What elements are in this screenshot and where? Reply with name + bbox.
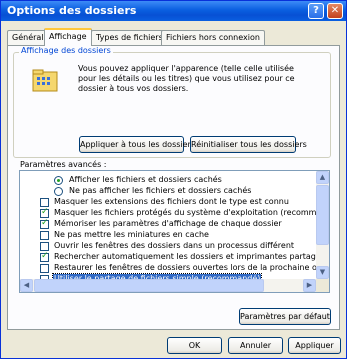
restore-defaults-button[interactable]: Paramètres par défaut — [239, 308, 331, 325]
advanced-settings-list[interactable]: Afficher les fichiers et dossiers cachés… — [19, 170, 330, 293]
vertical-scroll-thumb[interactable] — [316, 185, 329, 245]
checkbox-remember-view[interactable] — [40, 218, 49, 229]
button-label: Réinitialiser tous les dossiers — [191, 140, 307, 149]
button-label: Paramètres par défaut — [240, 312, 330, 321]
window-title: Options des dossiers — [7, 4, 137, 17]
button-label: Appliquer à tous les dossiers — [80, 140, 195, 149]
tab-view[interactable]: Affichage — [44, 28, 92, 46]
checkbox-hide-extensions[interactable] — [40, 198, 49, 207]
scroll-down-button[interactable]: ▼ — [316, 266, 329, 279]
button-label: Annuler — [239, 341, 272, 350]
checkbox-restore-windows[interactable] — [40, 264, 49, 273]
horizontal-scrollbar[interactable]: ◀ ▶ — [20, 279, 316, 292]
tab-label: Fichiers hors connexion — [166, 33, 260, 42]
checkbox-separate-process[interactable] — [40, 242, 49, 251]
checkbox-no-thumbnail-cache[interactable] — [40, 231, 49, 240]
list-item-label: Rechercher automatiquement les dossiers … — [54, 252, 325, 261]
list-item-label: Afficher les fichiers et dossiers cachés — [69, 175, 222, 184]
folder-view-description: Vous pouvez appliquer l'apparence (telle… — [78, 64, 295, 93]
scroll-right-button[interactable]: ▶ — [303, 279, 316, 292]
list-item-label: Ne pas afficher les fichiers et dossiers… — [69, 186, 252, 195]
checkbox-search-shared[interactable] — [40, 251, 49, 262]
group-title: Affichage des dossiers — [19, 46, 113, 55]
scroll-left-button[interactable]: ◀ — [20, 279, 33, 292]
apply-button[interactable]: Appliquer — [288, 337, 341, 354]
list-item-label: Mémoriser les paramètres d'affichage de … — [54, 219, 282, 228]
tab-offline-files[interactable]: Fichiers hors connexion — [161, 30, 265, 46]
tab-general[interactable]: Général — [7, 30, 49, 46]
checkbox-hide-protected-files[interactable] — [40, 207, 49, 218]
arrow-down-icon: ▼ — [319, 268, 326, 276]
tab-label: Affichage — [49, 32, 87, 41]
vertical-scrollbar[interactable]: ▲ ▼ — [316, 171, 329, 279]
radio-show-hidden[interactable] — [54, 176, 63, 185]
advanced-settings-label: Paramètres avancés : — [20, 160, 107, 169]
scroll-up-button[interactable]: ▲ — [316, 171, 329, 184]
button-label: Appliquer — [295, 341, 334, 350]
close-icon: ✕ — [330, 5, 340, 16]
button-label: OK — [188, 341, 201, 350]
list-item-label: Masquer les extensions des fichiers dont… — [54, 197, 289, 206]
list-item-label: Restaurer les fenêtres de dossiers ouver… — [54, 263, 330, 272]
tab-label: Général — [12, 33, 44, 42]
arrow-left-icon: ◀ — [23, 281, 30, 289]
close-button[interactable]: ✕ — [327, 3, 343, 19]
tab-file-types[interactable]: Types de fichiers — [91, 30, 168, 46]
folder-view-icon — [32, 69, 58, 92]
radio-hide-hidden[interactable] — [54, 187, 63, 196]
ok-button[interactable]: OK — [167, 337, 222, 354]
arrow-right-icon: ▶ — [306, 281, 313, 289]
cancel-button[interactable]: Annuler — [228, 337, 283, 354]
horizontal-scroll-thumb[interactable] — [34, 279, 264, 292]
arrow-up-icon: ▲ — [319, 173, 326, 181]
folder-options-dialog: Options des dossiers ? ✕ Général Afficha… — [0, 0, 347, 359]
list-item-label: Masquer les fichiers protégés du système… — [54, 208, 330, 217]
help-icon: ? — [313, 5, 319, 16]
reset-all-folders-button[interactable]: Réinitialiser tous les dossiers — [190, 136, 307, 153]
list-item-label: Ouvrir les fenêtres des dossiers dans un… — [54, 241, 295, 250]
apply-to-all-folders-button[interactable]: Appliquer à tous les dossiers — [79, 136, 195, 153]
help-button[interactable]: ? — [308, 3, 324, 19]
tab-label: Types de fichiers — [96, 33, 163, 42]
title-bar[interactable]: Options des dossiers ? ✕ — [1, 1, 346, 21]
scrollbar-corner — [316, 279, 329, 292]
list-item-label: Ne pas mettre les miniatures en cache — [54, 230, 209, 239]
